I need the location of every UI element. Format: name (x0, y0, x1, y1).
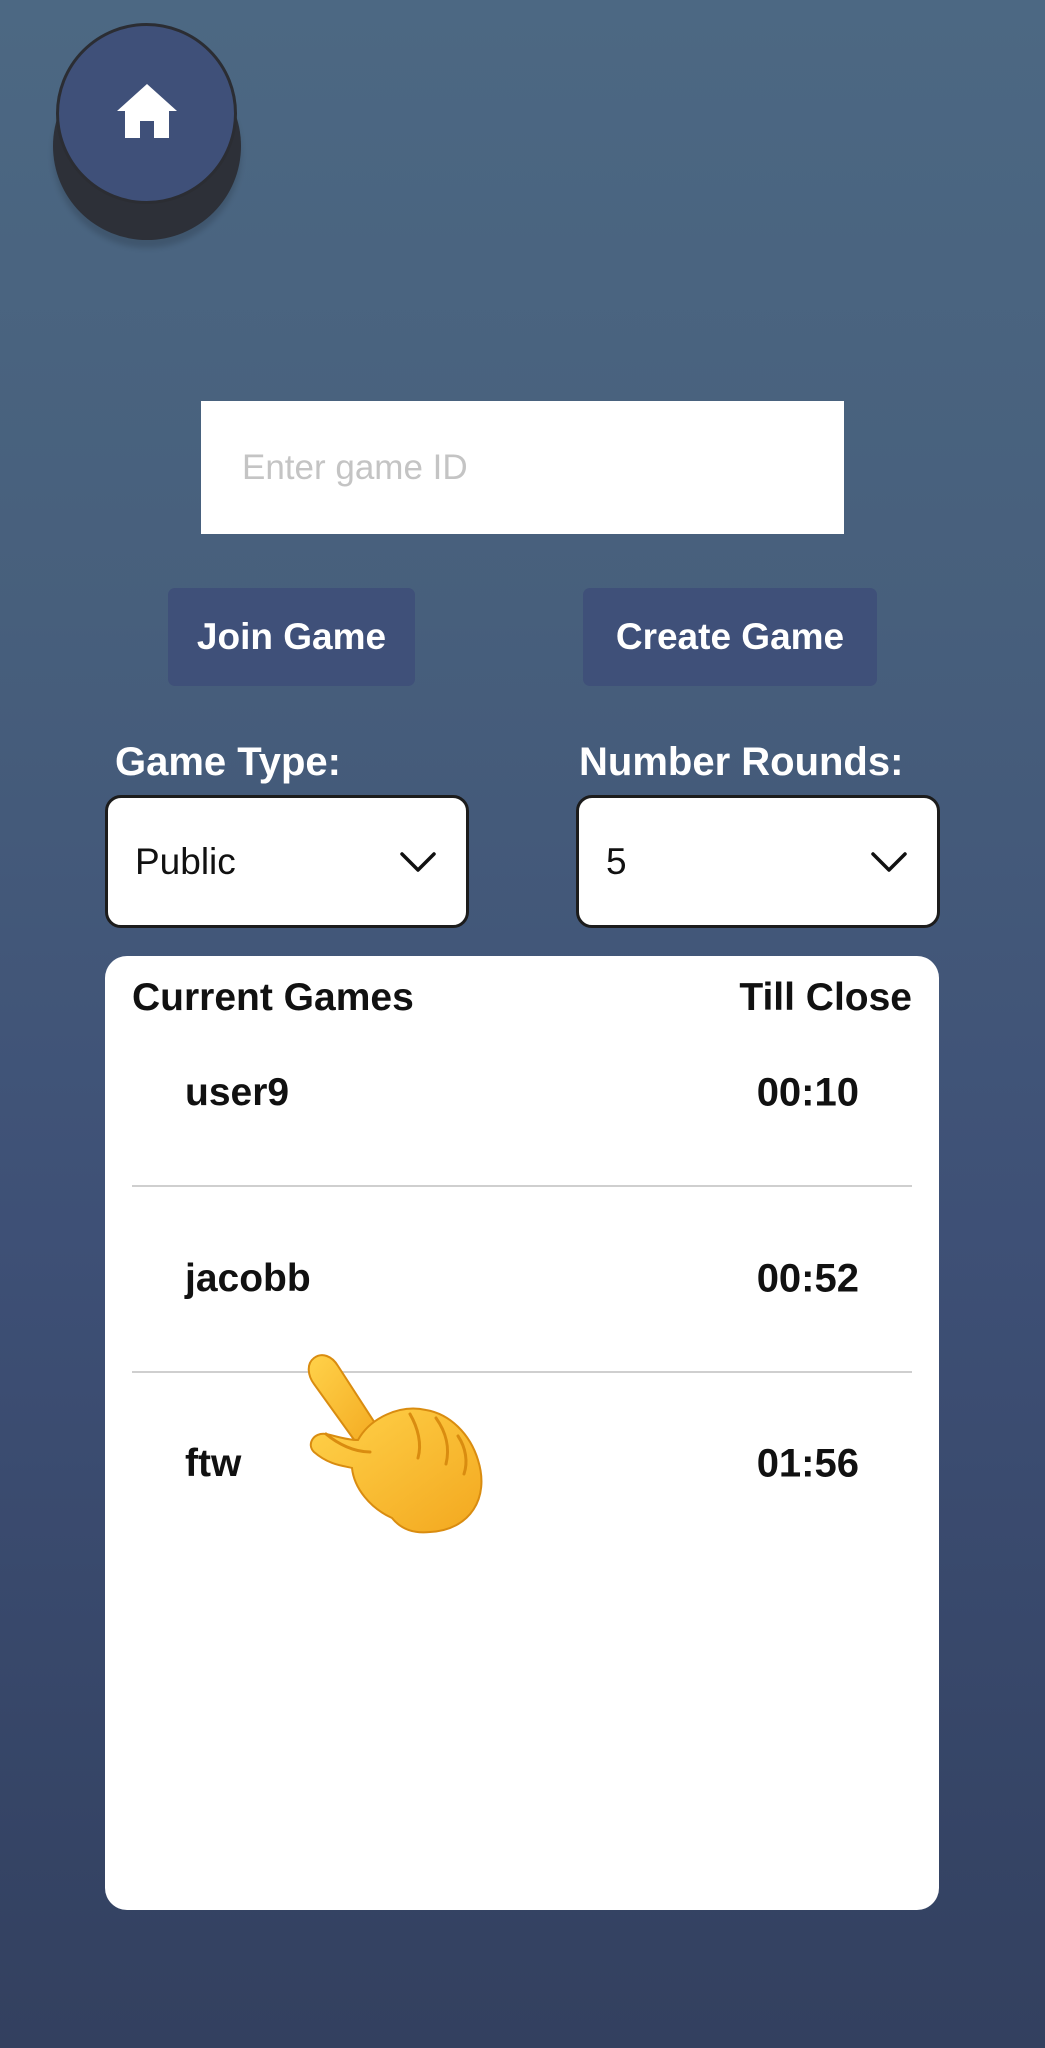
game-host-name: user9 (185, 1071, 290, 1114)
game-type-select[interactable]: Public (105, 795, 469, 928)
home-icon (115, 81, 179, 146)
game-host-name: jacobb (185, 1257, 311, 1300)
game-type-label: Game Type: (115, 740, 341, 784)
game-row[interactable]: user9 00:10 (132, 1001, 912, 1187)
join-game-button[interactable]: Join Game (168, 588, 415, 686)
game-time-left: 00:10 (756, 1070, 859, 1115)
game-host-name: ftw (185, 1442, 242, 1485)
game-row[interactable]: jacobb 00:52 (132, 1187, 912, 1373)
current-games-panel: Current Games Till Close user9 00:10 jac… (105, 956, 939, 1910)
game-time-left: 01:56 (756, 1441, 859, 1486)
chevron-down-icon (400, 851, 436, 873)
home-button[interactable] (56, 23, 237, 204)
chevron-down-icon (871, 851, 907, 873)
number-rounds-label: Number Rounds: (579, 740, 904, 784)
game-time-left: 00:52 (756, 1256, 859, 1301)
number-rounds-value: 5 (606, 840, 627, 882)
game-id-input[interactable] (201, 401, 844, 534)
game-row[interactable]: ftw 01:56 (132, 1372, 912, 1556)
number-rounds-select[interactable]: 5 (576, 795, 940, 928)
create-game-button[interactable]: Create Game (583, 588, 877, 686)
game-type-value: Public (135, 840, 236, 882)
